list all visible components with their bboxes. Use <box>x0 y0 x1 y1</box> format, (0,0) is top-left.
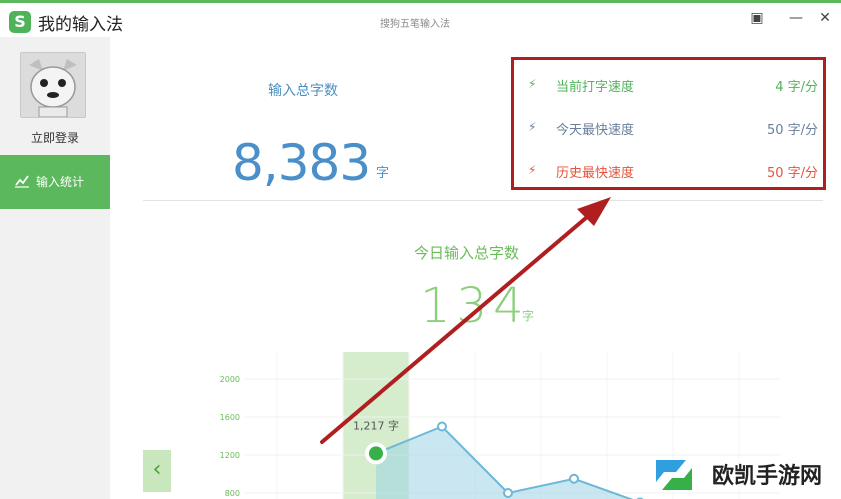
data-point <box>437 421 447 432</box>
y-tick-label: 1600 <box>220 413 240 422</box>
daily-chars-chart: 2000 1600 1200 800 1,217 字 <box>220 197 780 499</box>
highlight-point <box>369 446 383 461</box>
data-point <box>569 473 579 484</box>
highlight-data-label: 1,217 字 <box>353 418 399 432</box>
y-tick-label: 2000 <box>220 375 240 384</box>
okai-logo-icon <box>656 460 692 490</box>
data-point <box>503 488 513 498</box>
chart-prev-button[interactable]: ‹ <box>143 450 171 492</box>
annotation-arrow-shaft <box>320 204 602 444</box>
y-tick-label: 800 <box>225 489 240 498</box>
app-window: S 我的输入法 搜狗五笔输入法 ▣ — ✕ 立即登录 输入统计 输入总字数 8,… <box>0 0 841 499</box>
y-tick-label: 1200 <box>220 451 240 460</box>
watermark-text: 欧凯手游网 <box>712 464 823 489</box>
